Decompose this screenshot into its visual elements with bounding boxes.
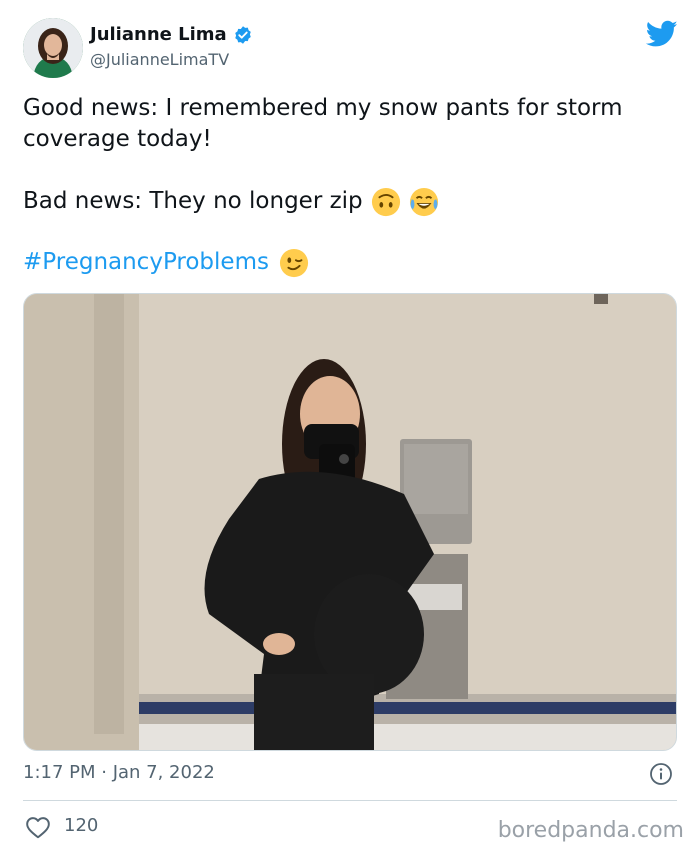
- verified-badge-icon: [234, 25, 251, 44]
- tweet-photo[interactable]: [23, 293, 677, 751]
- hashtag-row: #PregnancyProblems: [23, 247, 309, 278]
- author-handle[interactable]: @JulianneLimaTV: [90, 50, 229, 69]
- avatar-image: [23, 18, 83, 78]
- info-icon[interactable]: [649, 762, 673, 786]
- author-name-row[interactable]: Julianne Lima: [90, 24, 253, 45]
- tweet-line-2: Bad news: They no longer zip: [23, 188, 363, 214]
- author-display-name[interactable]: Julianne Lima: [90, 24, 227, 45]
- author-avatar[interactable]: [23, 18, 83, 78]
- winking-face-icon: [279, 248, 309, 277]
- tweet-body: Good news: I remembered my snow pants fo…: [23, 93, 663, 155]
- tweet-line-2-row: Bad news: They no longer zip: [23, 186, 439, 217]
- mirror-selfie-image: [24, 294, 676, 750]
- face-with-tears-of-joy-icon: [409, 187, 438, 216]
- hashtag-link[interactable]: #PregnancyProblems: [23, 247, 269, 278]
- source-watermark: boredpanda.com: [497, 818, 684, 843]
- tweet-line-1: Good news: I remembered my snow pants fo…: [23, 95, 623, 152]
- heart-icon[interactable]: [25, 815, 51, 839]
- upside-down-face-icon: [371, 187, 400, 216]
- twitter-bird-icon[interactable]: [646, 20, 678, 48]
- like-count: 120: [64, 815, 99, 836]
- tweet-timestamp[interactable]: 1:17 PM · Jan 7, 2022: [23, 762, 215, 783]
- divider: [23, 800, 677, 801]
